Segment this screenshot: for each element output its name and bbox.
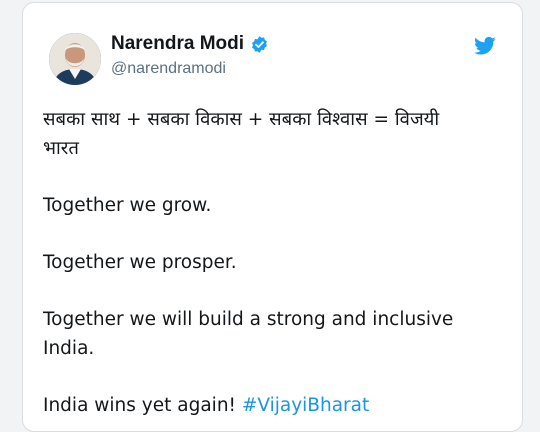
tweet-line: India wins yet again! #VijayiBharat bbox=[43, 391, 503, 420]
tweet-line: Together we will build a strong and incl… bbox=[43, 309, 454, 330]
author-handle[interactable]: @narendramodi bbox=[111, 60, 226, 78]
verified-badge-icon bbox=[252, 35, 267, 53]
tweet-line-text: India wins yet again! bbox=[43, 395, 242, 416]
tweet-line: भारत bbox=[43, 138, 79, 159]
tweet-line: सबका साथ + सबका विकास + सबका विश्वास = व… bbox=[43, 109, 440, 130]
twitter-bird-icon[interactable] bbox=[474, 36, 496, 56]
avatar[interactable] bbox=[49, 33, 101, 85]
tweet-text: सबका साथ + सबका विकास + सबका विश्वास = व… bbox=[43, 105, 503, 420]
tweet-line: India. bbox=[43, 338, 95, 359]
hashtag-link[interactable]: #VijayiBharat bbox=[242, 395, 369, 416]
author-name-row: Narendra Modi bbox=[111, 33, 269, 55]
author-name[interactable]: Narendra Modi bbox=[111, 33, 244, 55]
tweet-line: Together we prosper. bbox=[43, 252, 237, 273]
avatar-portrait bbox=[49, 33, 101, 85]
tweet-line: Together we grow. bbox=[43, 195, 212, 216]
tweet-card: Narendra Modi @narendramodi सबका साथ + स… bbox=[22, 2, 523, 432]
